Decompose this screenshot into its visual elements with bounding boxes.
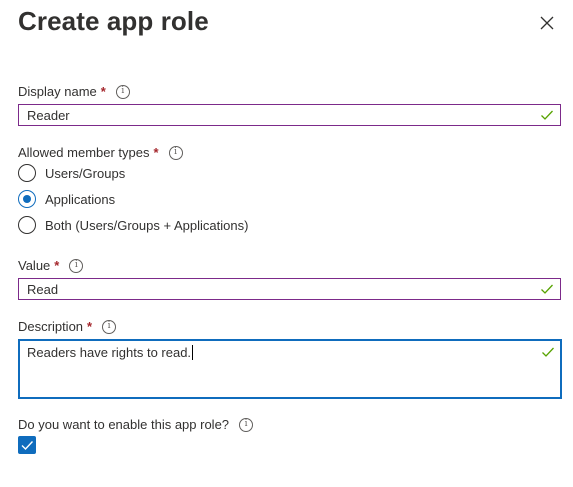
info-icon[interactable]: i xyxy=(168,145,183,160)
enable-label: Do you want to enable this app role? xyxy=(18,417,230,432)
info-icon[interactable]: i xyxy=(239,417,254,432)
close-icon xyxy=(540,16,554,30)
display-name-value: Reader xyxy=(27,107,70,123)
radio-label: Users/Groups xyxy=(45,165,126,181)
required-marker: * xyxy=(100,84,106,99)
valid-check-icon xyxy=(541,284,553,294)
display-name-field[interactable]: Reader xyxy=(18,104,561,126)
display-name-label-row: Display name * i xyxy=(18,84,130,99)
display-name-label: Display name xyxy=(18,84,97,99)
enable-checkbox[interactable] xyxy=(18,436,36,454)
enable-label-row: Do you want to enable this app role? i xyxy=(18,417,254,432)
description-textarea[interactable]: Readers have rights to read. xyxy=(18,339,562,399)
member-types-label-row: Allowed member types * i xyxy=(18,145,183,160)
radio-label: Applications xyxy=(45,191,116,207)
description-label-row: Description * i xyxy=(18,319,117,334)
panel-title: Create app role xyxy=(18,6,209,36)
value-field[interactable]: Read xyxy=(18,278,561,300)
value-label: Value xyxy=(18,258,51,273)
description-value: Readers have rights to read. xyxy=(27,345,194,360)
radio-button[interactable] xyxy=(18,216,36,234)
valid-check-icon xyxy=(542,347,554,357)
radio-label: Both (Users/Groups + Applications) xyxy=(45,217,249,233)
radio-both[interactable]: Both (Users/Groups + Applications) xyxy=(18,216,248,234)
required-marker: * xyxy=(87,319,93,334)
text-caret xyxy=(192,345,194,360)
value-label-row: Value * i xyxy=(18,258,84,273)
required-marker: * xyxy=(153,145,159,160)
info-icon[interactable]: i xyxy=(115,84,130,99)
required-marker: * xyxy=(54,258,60,273)
radio-applications[interactable]: Applications xyxy=(18,190,115,208)
close-button[interactable] xyxy=(536,12,558,34)
radio-button[interactable] xyxy=(18,164,36,182)
info-icon[interactable]: i xyxy=(69,258,84,273)
member-types-label: Allowed member types xyxy=(18,145,150,160)
radio-users-groups[interactable]: Users/Groups xyxy=(18,164,125,182)
info-icon[interactable]: i xyxy=(102,319,117,334)
checkmark-icon xyxy=(21,441,34,451)
radio-button-selected[interactable] xyxy=(18,190,36,208)
valid-check-icon xyxy=(541,110,553,120)
value-field-value: Read xyxy=(27,281,59,297)
description-label: Description xyxy=(18,319,84,334)
